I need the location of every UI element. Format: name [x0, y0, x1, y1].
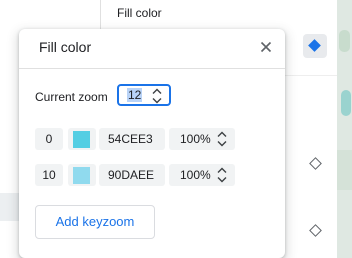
property-label-fill-color: Fill color [117, 6, 162, 20]
dialog-title: Fill color [39, 39, 92, 55]
keyzoom-level-field[interactable]: 10 [35, 164, 63, 186]
color-hex-input[interactable]: 90DAEE [99, 164, 165, 186]
map-preview [337, 0, 352, 258]
color-swatch-button[interactable] [68, 164, 96, 186]
stepper-icon[interactable] [216, 166, 228, 184]
left-panel-selection [0, 193, 20, 221]
current-zoom-value: 12 [127, 88, 143, 102]
diamond-outline-icon[interactable] [309, 157, 322, 170]
keyframe-toggle-button[interactable] [303, 34, 327, 58]
keyzoom-level-field[interactable]: 0 [35, 128, 63, 150]
add-keyzoom-button[interactable]: Add keyzoom [35, 205, 155, 239]
current-zoom-input[interactable]: 12 [117, 84, 171, 106]
fill-color-dialog: Fill color Current zoom 12 0 54CEE3 100%… [19, 29, 285, 258]
color-hex-input[interactable]: 54CEE3 [99, 128, 165, 150]
stepper-icon[interactable] [216, 130, 228, 148]
current-zoom-label: Current zoom [35, 90, 108, 104]
opacity-value: 100% [180, 132, 211, 146]
color-swatch [73, 130, 90, 148]
color-swatch [73, 166, 90, 184]
diamond-outline-icon[interactable] [309, 224, 322, 237]
stepper-icon[interactable] [151, 87, 163, 105]
opacity-value: 100% [180, 168, 211, 182]
close-button[interactable] [257, 38, 275, 56]
opacity-input[interactable]: 100% [169, 164, 235, 186]
close-icon [260, 41, 272, 53]
dialog-separator [19, 68, 285, 69]
color-swatch-button[interactable] [68, 128, 96, 150]
opacity-input[interactable]: 100% [169, 128, 235, 150]
diamond-filled-icon [308, 39, 321, 52]
